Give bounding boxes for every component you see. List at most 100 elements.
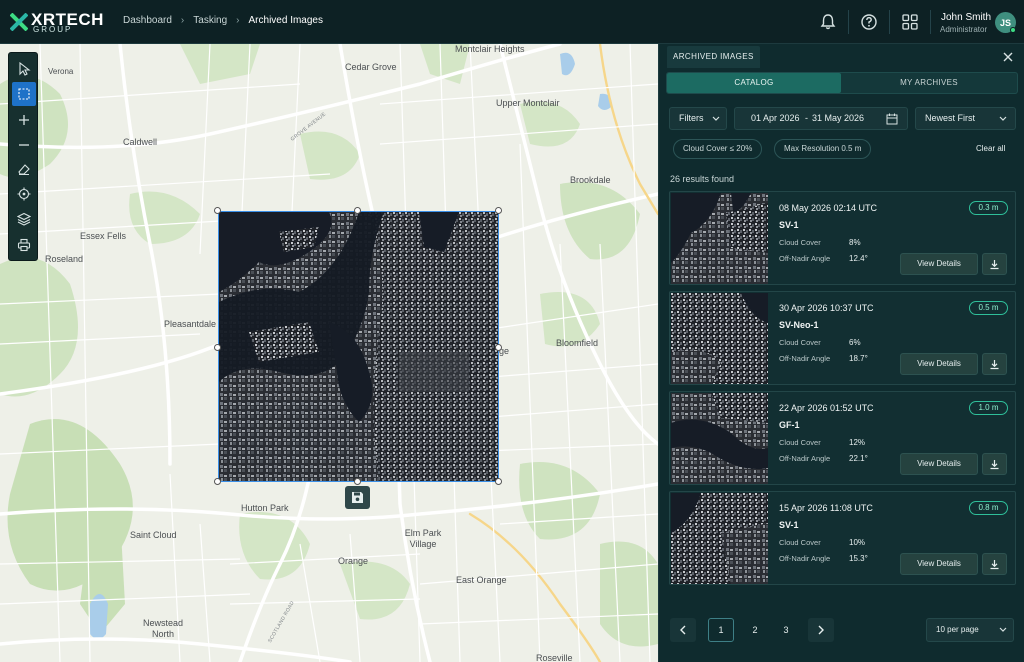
- resize-handle-sw[interactable]: [214, 478, 221, 485]
- date-to: 31 May 2026: [812, 113, 865, 123]
- per-page-select[interactable]: 10 per page: [926, 618, 1014, 642]
- chevron-down-icon: [999, 116, 1007, 121]
- off-nadir-label: Off-Nadir Angle: [779, 354, 831, 363]
- result-thumbnail[interactable]: [671, 393, 768, 484]
- apps-grid-icon[interactable]: [900, 12, 920, 32]
- download-button[interactable]: [982, 353, 1007, 375]
- map-label-verona: Verona: [48, 67, 74, 76]
- sort-dropdown[interactable]: Newest First: [915, 107, 1016, 130]
- download-icon: [990, 559, 999, 569]
- brand-logo[interactable]: XRTECH GROUP: [10, 11, 103, 34]
- breadcrumb: Dashboard › Tasking › Archived Images: [123, 15, 323, 26]
- resize-handle-ne[interactable]: [495, 207, 502, 214]
- download-button[interactable]: [982, 553, 1007, 575]
- breadcrumb-dashboard[interactable]: Dashboard: [123, 15, 172, 26]
- rectangle-select-tool[interactable]: [12, 82, 36, 106]
- result-satellite: GF-1: [779, 420, 800, 430]
- resize-handle-se[interactable]: [495, 478, 502, 485]
- user-role: Administrator: [940, 25, 988, 34]
- map-label-east-orange: East Orange: [456, 575, 507, 585]
- user-name[interactable]: John Smith: [941, 12, 991, 23]
- next-page-button[interactable]: [808, 618, 834, 642]
- zoom-out-tool[interactable]: [12, 133, 36, 157]
- resize-handle-s[interactable]: [354, 478, 361, 485]
- archived-images-panel: ARCHIVED IMAGES CATALOG MY ARCHIVES Filt…: [658, 44, 1024, 662]
- resize-handle-w[interactable]: [214, 344, 221, 351]
- filter-chip-cloud-cover[interactable]: Cloud Cover ≤ 20%: [673, 139, 763, 159]
- locate-tool[interactable]: [12, 182, 36, 206]
- download-icon: [990, 459, 999, 469]
- date-range-picker[interactable]: 01 Apr 2026 - 31 May 2026: [734, 107, 908, 130]
- map-label-cedar-grove: Cedar Grove: [345, 62, 397, 72]
- page-3-button[interactable]: 3: [773, 618, 799, 642]
- chevron-left-icon: [680, 625, 686, 635]
- layers-tool[interactable]: [12, 207, 36, 231]
- resolution-badge: 1.0 m: [969, 401, 1008, 415]
- map-label-roseville: Roseville: [536, 653, 573, 662]
- satellite-image-overlay: [219, 212, 498, 481]
- result-card[interactable]: 15 Apr 2026 11:08 UTC SV-1 Cloud Cover 1…: [669, 491, 1016, 585]
- download-button[interactable]: [982, 453, 1007, 475]
- download-button[interactable]: [982, 253, 1007, 275]
- result-thumbnail[interactable]: [671, 293, 768, 384]
- view-details-button[interactable]: View Details: [900, 253, 978, 275]
- close-icon[interactable]: [1001, 50, 1015, 64]
- result-thumbnail[interactable]: [671, 493, 768, 584]
- resolution-badge: 0.3 m: [969, 201, 1008, 215]
- print-icon: [17, 238, 31, 252]
- breadcrumb-separator: ›: [180, 15, 185, 26]
- map-label-brookdale: Brookdale: [570, 175, 611, 185]
- aoi-selection-rectangle[interactable]: [218, 211, 499, 482]
- filter-chip-max-resolution[interactable]: Max Resolution 0.5 m: [774, 139, 872, 159]
- help-circle-icon[interactable]: [859, 12, 879, 32]
- page-1-button[interactable]: 1: [708, 618, 734, 642]
- result-card[interactable]: 30 Apr 2026 10:37 UTC SV-Neo-1 Cloud Cov…: [669, 291, 1016, 385]
- filters-dropdown[interactable]: Filters: [669, 107, 727, 130]
- result-card[interactable]: 22 Apr 2026 01:52 UTC GF-1 Cloud Cover 1…: [669, 391, 1016, 485]
- map-toolbar: [8, 52, 38, 261]
- panel-title: ARCHIVED IMAGES: [667, 46, 760, 68]
- tab-catalog[interactable]: CATALOG: [667, 73, 841, 93]
- eraser-tool[interactable]: [12, 157, 36, 181]
- result-date: 30 Apr 2026 10:37 UTC: [779, 303, 874, 313]
- date-from: 01 Apr 2026: [751, 113, 800, 123]
- view-details-button[interactable]: View Details: [900, 453, 978, 475]
- pointer-icon: [19, 62, 31, 76]
- resize-handle-n[interactable]: [354, 207, 361, 214]
- zoom-in-icon: [19, 115, 29, 125]
- result-thumbnail[interactable]: [671, 193, 768, 284]
- view-details-button[interactable]: View Details: [900, 553, 978, 575]
- layers-icon: [17, 212, 31, 226]
- map-label-montclair-heights: Montclair Heights: [455, 44, 525, 54]
- cloud-cover-label: Cloud Cover: [779, 338, 821, 347]
- page-2-button[interactable]: 2: [742, 618, 768, 642]
- resize-handle-e[interactable]: [495, 344, 502, 351]
- off-nadir-label: Off-Nadir Angle: [779, 254, 831, 263]
- cloud-cover-label: Cloud Cover: [779, 438, 821, 447]
- chevron-down-icon: [712, 116, 720, 121]
- filters-label: Filters: [679, 113, 704, 123]
- map-label-elm-park-village: Elm Park Village: [404, 528, 442, 549]
- clear-all-link[interactable]: Clear all: [976, 144, 1005, 153]
- tab-my-archives[interactable]: MY ARCHIVES: [841, 73, 1017, 93]
- resize-handle-nw[interactable]: [214, 207, 221, 214]
- cloud-cover-value: 10%: [849, 538, 866, 547]
- off-nadir-value: 18.7°: [849, 354, 868, 363]
- bell-icon[interactable]: [818, 12, 838, 32]
- map-label-essex-fells: Essex Fells: [80, 231, 127, 241]
- per-page-value: 10 per page: [936, 625, 979, 634]
- result-card[interactable]: 08 May 2026 02:14 UTC SV-1 Cloud Cover 8…: [669, 191, 1016, 285]
- pointer-tool[interactable]: [12, 57, 36, 81]
- cloud-cover-label: Cloud Cover: [779, 238, 821, 247]
- save-aoi-button[interactable]: [345, 486, 370, 509]
- print-tool[interactable]: [12, 233, 36, 257]
- cloud-cover-value: 8%: [849, 238, 861, 247]
- breadcrumb-archived-images: Archived Images: [248, 15, 323, 26]
- zoom-in-tool[interactable]: [12, 108, 36, 132]
- breadcrumb-tasking[interactable]: Tasking: [193, 15, 227, 26]
- catalog-tab-switch: CATALOG MY ARCHIVES: [666, 72, 1018, 94]
- view-details-button[interactable]: View Details: [900, 353, 978, 375]
- prev-page-button[interactable]: [670, 618, 696, 642]
- zoom-out-icon: [19, 144, 29, 146]
- map-label-upper-montclair: Upper Montclair: [496, 98, 560, 108]
